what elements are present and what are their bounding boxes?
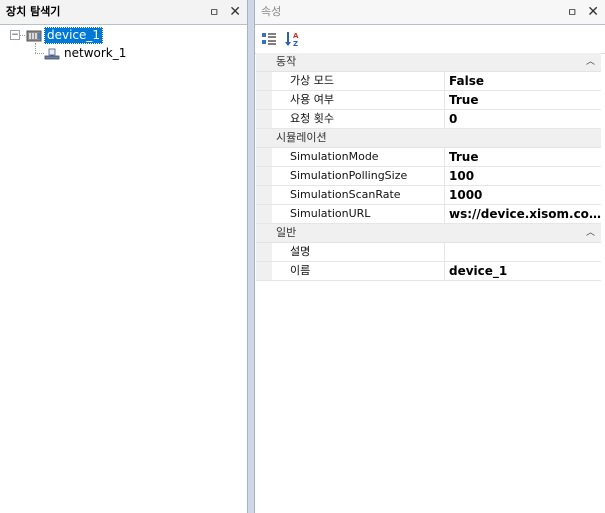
network-icon	[44, 47, 60, 61]
property-value[interactable]: True	[445, 91, 601, 109]
category-header-behavior[interactable]: 동작 ︿	[256, 53, 601, 72]
row-gutter	[256, 243, 272, 261]
device-icon	[26, 29, 42, 43]
category-label: 일반	[276, 226, 297, 239]
property-name: SimulationURL	[272, 205, 445, 223]
pin-icon[interactable]: ㅁ	[567, 7, 577, 18]
device-explorer-title: 장치 탐색기	[6, 5, 61, 18]
property-name: SimulationMode	[272, 148, 445, 166]
property-name: 요청 횟수	[272, 110, 445, 128]
category-header-simulation[interactable]: 시뮬레이션	[256, 129, 601, 148]
property-row[interactable]: SimulationPollingSize 100	[256, 167, 601, 186]
property-row[interactable]: 가상 모드 False	[256, 72, 601, 91]
az-label-z: Z	[293, 40, 298, 48]
close-icon[interactable]: ✕	[229, 5, 241, 19]
category-header-general[interactable]: 일반 ︿	[256, 224, 601, 243]
tree-line	[20, 35, 25, 36]
row-gutter	[256, 72, 272, 90]
device-explorer-panel: 장치 탐색기 ㅁ ✕ − device_1 network_1	[0, 0, 248, 513]
property-value[interactable]: 0	[445, 110, 601, 128]
property-row[interactable]: 요청 횟수 0	[256, 110, 601, 129]
property-row[interactable]: 설명	[256, 243, 601, 262]
property-value[interactable]	[445, 243, 601, 261]
property-value[interactable]: device_1	[445, 262, 601, 280]
tree-node-label[interactable]: device_1	[44, 27, 104, 44]
property-row[interactable]: 사용 여부 True	[256, 91, 601, 110]
device-tree: − device_1 network_1	[0, 25, 247, 513]
properties-toolbar: A Z	[255, 25, 605, 54]
property-name: 사용 여부	[272, 91, 445, 109]
category-label: 시뮬레이션	[276, 131, 327, 144]
tree-node-device[interactable]: device_1	[26, 27, 104, 44]
sort-az-icon[interactable]: A Z	[283, 29, 303, 49]
properties-panel: 속성 ㅁ ✕ A Z 동작 ︿ 가상 모드 False 사용 여부 True 요…	[254, 0, 605, 513]
property-name: 이름	[272, 262, 445, 280]
property-name: SimulationPollingSize	[272, 167, 445, 185]
property-row[interactable]: 이름 device_1	[256, 262, 601, 281]
row-gutter	[256, 167, 272, 185]
property-value[interactable]: 1000	[445, 186, 601, 204]
row-gutter	[256, 91, 272, 109]
collapse-icon[interactable]: ︿	[586, 224, 595, 242]
property-name: 설명	[272, 243, 445, 261]
property-value[interactable]: False	[445, 72, 601, 90]
properties-title: 속성	[261, 5, 282, 18]
properties-titlebar: 속성 ㅁ ✕	[255, 0, 605, 25]
row-gutter	[256, 110, 272, 128]
property-row[interactable]: SimulationURL ws://device.xisom.com/...	[256, 205, 601, 224]
pin-icon[interactable]: ㅁ	[209, 7, 219, 18]
row-gutter	[256, 205, 272, 223]
row-gutter	[256, 262, 272, 280]
property-value[interactable]: 100	[445, 167, 601, 185]
tree-node-network[interactable]: network_1	[44, 45, 128, 62]
az-label-a: A	[293, 32, 299, 40]
row-gutter	[256, 186, 272, 204]
property-value[interactable]: True	[445, 148, 601, 166]
property-name: 가상 모드	[272, 72, 445, 90]
collapse-icon[interactable]: ︿	[586, 53, 595, 71]
tree-line	[35, 43, 36, 53]
property-row[interactable]: SimulationMode True	[256, 148, 601, 167]
close-icon[interactable]: ✕	[587, 5, 599, 19]
categorized-view-icon[interactable]	[259, 29, 279, 49]
tree-expander-icon[interactable]: −	[10, 30, 20, 40]
property-value[interactable]: ws://device.xisom.com/...	[445, 205, 601, 223]
row-gutter	[256, 148, 272, 166]
device-explorer-titlebar: 장치 탐색기 ㅁ ✕	[0, 0, 247, 25]
category-label: 동작	[276, 55, 297, 68]
tree-node-label[interactable]: network_1	[62, 46, 128, 61]
tree-line	[35, 53, 44, 54]
property-name: SimulationScanRate	[272, 186, 445, 204]
property-row[interactable]: SimulationScanRate 1000	[256, 186, 601, 205]
property-grid: 동작 ︿ 가상 모드 False 사용 여부 True 요청 횟수 0 시뮬레이…	[256, 53, 601, 281]
